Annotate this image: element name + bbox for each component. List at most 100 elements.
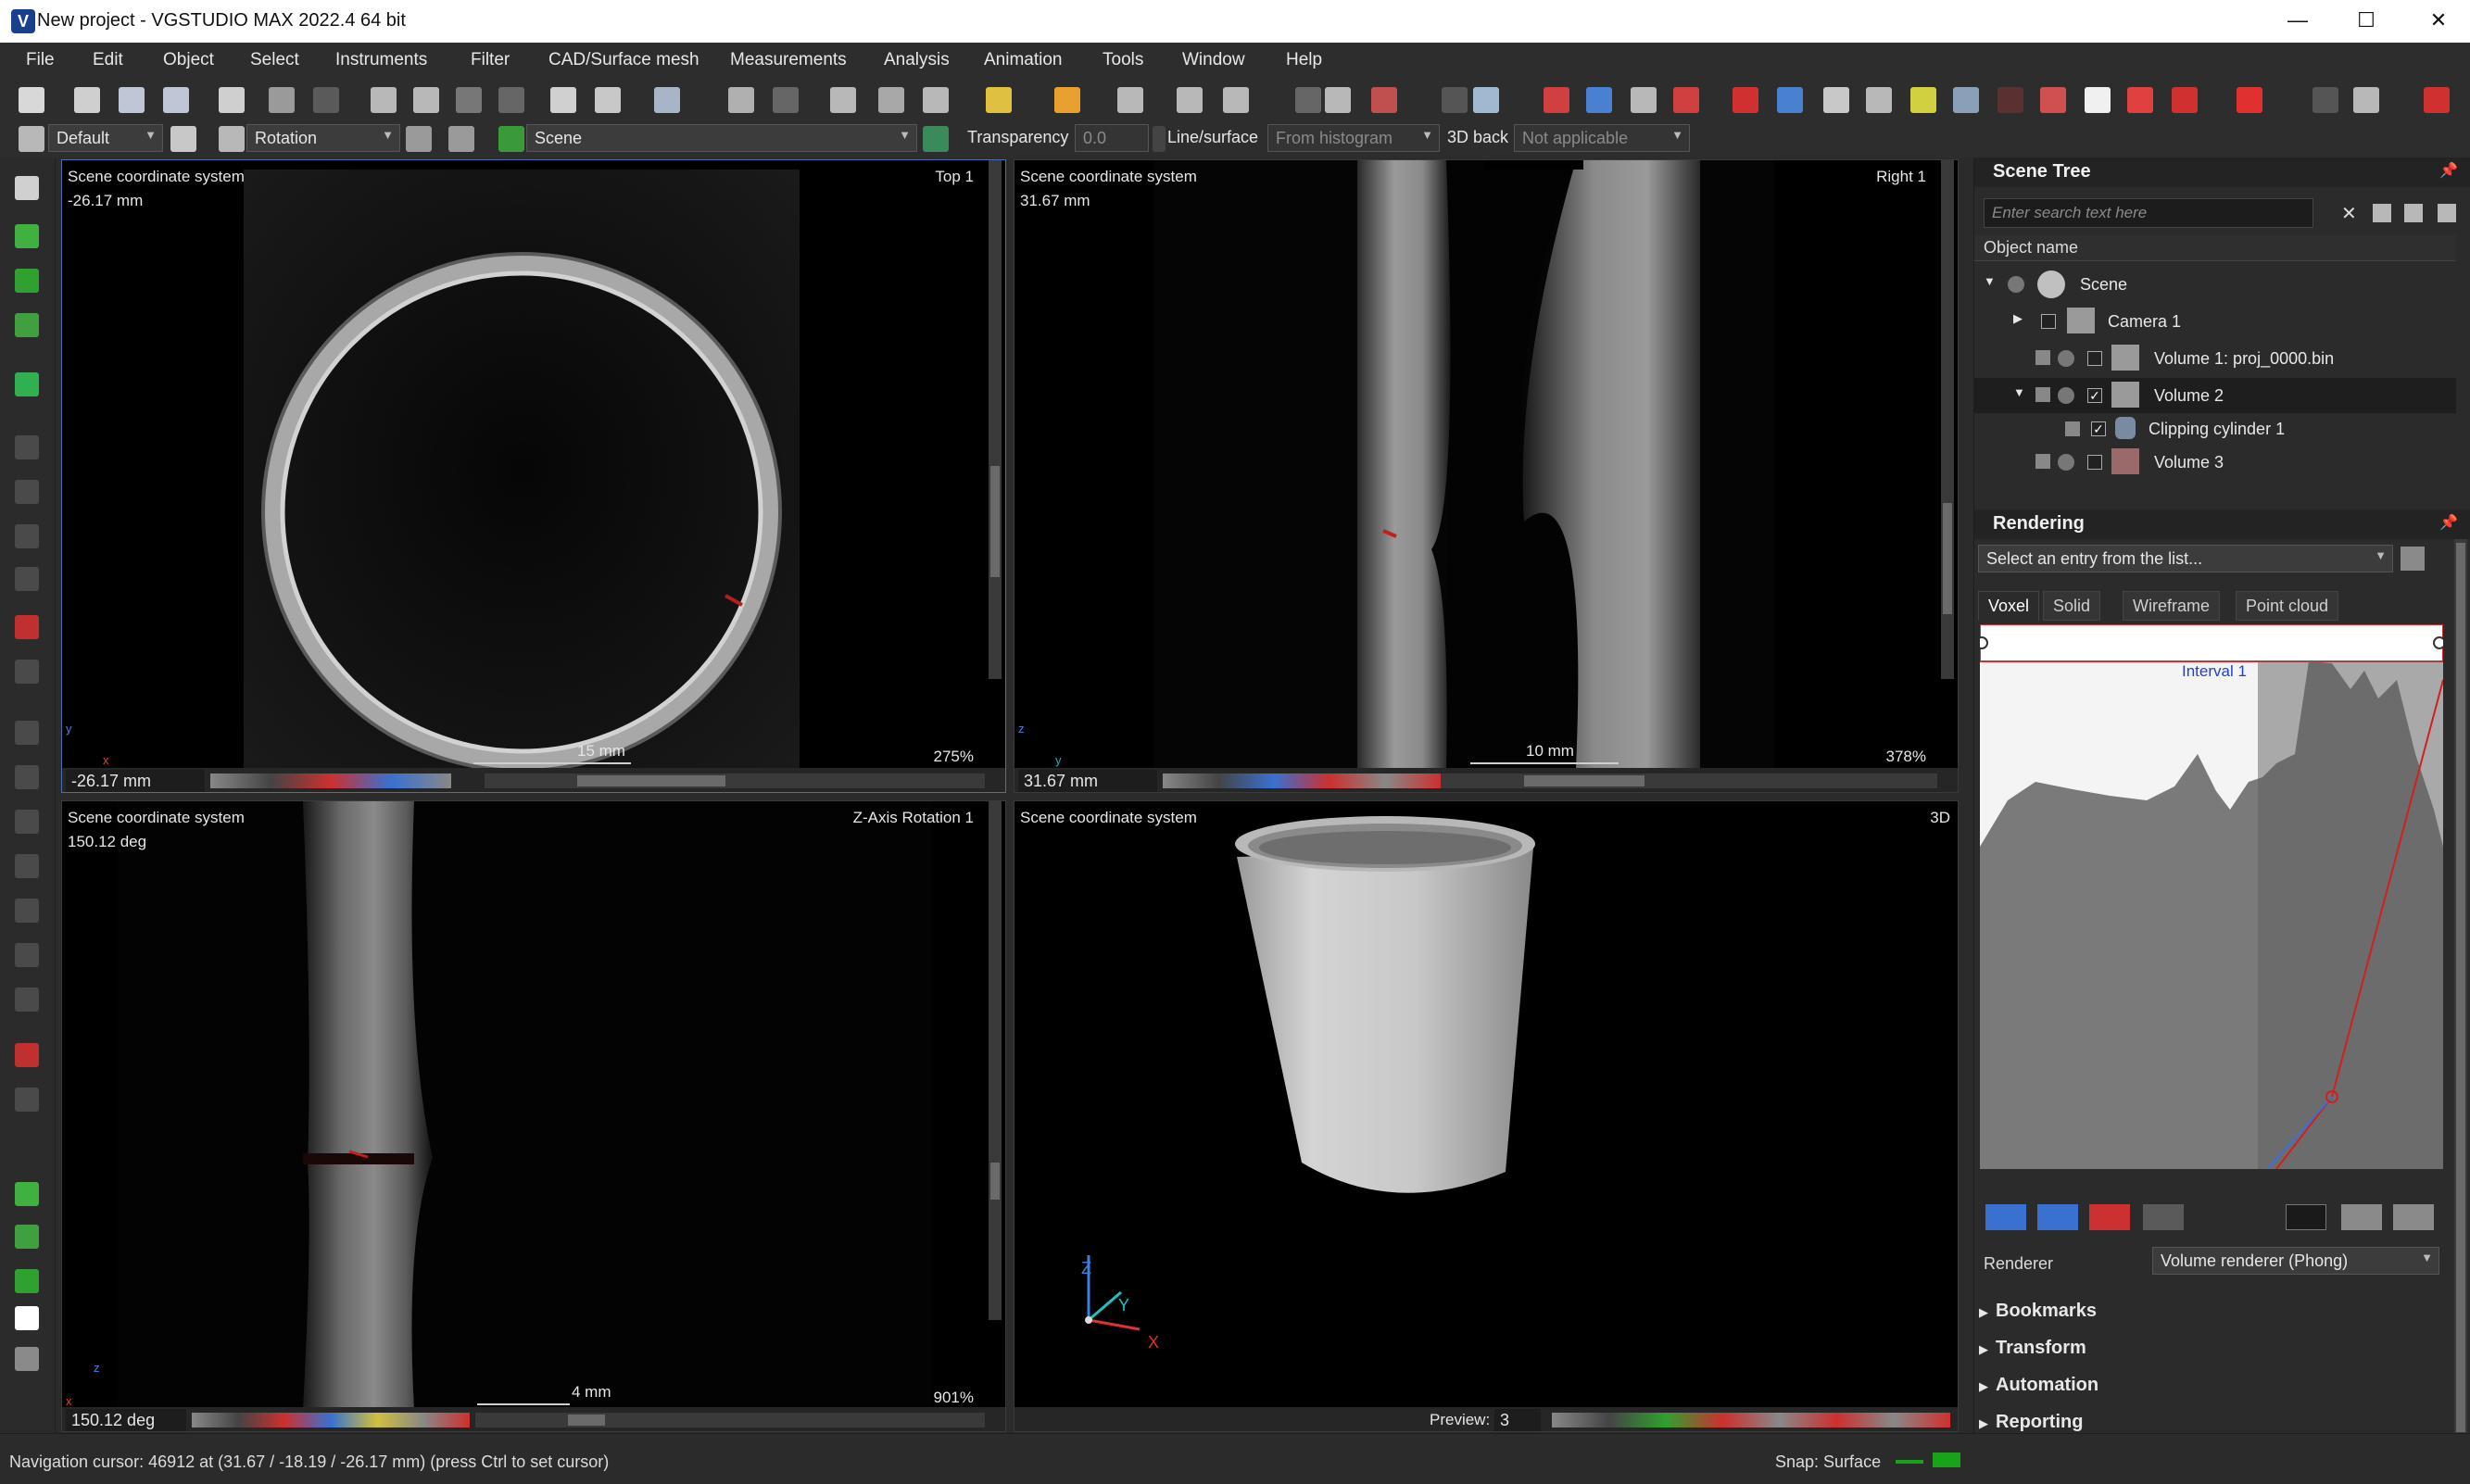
magic-wand-icon[interactable]: [15, 313, 39, 337]
text-icon[interactable]: [2085, 87, 2111, 113]
expand-arrow-icon[interactable]: ▶: [2013, 311, 2023, 326]
expand-all-icon[interactable]: [2373, 204, 2391, 222]
view-tool-icons[interactable]: [1163, 773, 1441, 788]
scrollbar-thumb[interactable]: [577, 775, 725, 786]
checkbox-checked[interactable]: ✓: [2091, 421, 2106, 436]
globe-icon[interactable]: [1325, 87, 1351, 113]
tool-disabled-5-icon[interactable]: [15, 660, 39, 684]
undo-icon[interactable]: [269, 87, 295, 113]
favorite-icon[interactable]: [1054, 87, 1080, 113]
visibility-icon[interactable]: [2058, 350, 2074, 367]
remove-point-icon[interactable]: [2037, 1204, 2078, 1230]
section-bookmarks[interactable]: ▶ Bookmarks: [1973, 1301, 2097, 1322]
window-icon[interactable]: [1823, 87, 1849, 113]
horizontal-scrollbar[interactable]: [485, 773, 985, 788]
tree-item-camera[interactable]: ▶ Camera 1: [1974, 304, 2456, 339]
open-icon[interactable]: [74, 87, 100, 113]
menu-edit[interactable]: Edit: [93, 50, 123, 70]
clapper-icon[interactable]: [15, 1347, 39, 1371]
visibility-icon[interactable]: [2058, 387, 2074, 404]
minimize-button[interactable]: —: [2266, 0, 2329, 43]
bookmark-icon[interactable]: [2237, 87, 2262, 113]
layout-select[interactable]: Default ▼: [48, 124, 163, 152]
view-3d[interactable]: Z Y X Scene coordinate system 3D Preview…: [1014, 800, 1959, 1432]
menu-tools[interactable]: Tools: [1103, 50, 1143, 70]
pencil-icon[interactable]: [15, 224, 39, 248]
visibility-icon[interactable]: [2058, 454, 2074, 471]
scrollbar-thumb[interactable]: [990, 1163, 1000, 1200]
align-icon[interactable]: [1117, 87, 1143, 113]
section-automation[interactable]: ▶ Automation: [1973, 1375, 2098, 1396]
camera-save-icon[interactable]: [406, 126, 432, 152]
redo-icon[interactable]: [313, 87, 339, 113]
save-as-icon[interactable]: [163, 87, 189, 113]
ruler-red-icon[interactable]: [2172, 87, 2198, 113]
scrollbar-thumb[interactable]: [568, 1415, 605, 1426]
horizontal-scrollbar[interactable]: [475, 1413, 985, 1427]
paste-special-icon[interactable]: [498, 87, 524, 113]
view-tool-icons[interactable]: [1552, 1413, 1950, 1427]
save-preset-icon[interactable]: [2401, 547, 2425, 571]
mesh-icon[interactable]: [1586, 87, 1612, 113]
clipping-icon[interactable]: [728, 87, 754, 113]
pin-icon[interactable]: [1442, 87, 1468, 113]
color-swatch-icon[interactable]: [15, 1306, 39, 1330]
tool-disabled-7-icon[interactable]: [15, 765, 39, 789]
menu-help[interactable]: Help: [1286, 50, 1322, 70]
network-icon[interactable]: [1777, 87, 1803, 113]
tool-disabled-2-icon[interactable]: [15, 480, 39, 504]
xray-icon[interactable]: [1673, 87, 1699, 113]
grid-icon[interactable]: [1866, 87, 1892, 113]
tab-voxel[interactable]: Voxel: [1978, 591, 2040, 621]
rendering-preset-select[interactable]: Select an entry from the list... ▼: [1978, 545, 2393, 572]
checkbox-checked[interactable]: ✓: [2087, 388, 2102, 403]
scene-tool-icon[interactable]: [923, 126, 949, 152]
menu-measurements[interactable]: Measurements: [730, 50, 847, 70]
view-tool-icons[interactable]: [192, 1413, 470, 1427]
tab-wireframe[interactable]: Wireframe: [2123, 591, 2221, 621]
region-icon[interactable]: [15, 372, 39, 396]
view-tool-icons[interactable]: [210, 773, 451, 788]
tool-disabled-3-icon[interactable]: [15, 524, 39, 548]
menu-file[interactable]: File: [26, 50, 55, 70]
axis-small-icon[interactable]: [1997, 87, 2023, 113]
menu-analysis[interactable]: Analysis: [884, 50, 950, 70]
import-icon[interactable]: [219, 87, 245, 113]
dimension-icon[interactable]: [1177, 87, 1203, 113]
lock-icon[interactable]: [2065, 421, 2080, 436]
scrollbar-thumb[interactable]: [2456, 543, 2465, 1432]
brush-icon[interactable]: [15, 1182, 39, 1206]
vertical-scrollbar[interactable]: [989, 160, 1002, 679]
pin-icon[interactable]: 📌: [2439, 161, 2458, 180]
erase-region-icon[interactable]: [15, 1043, 39, 1067]
angle-icon[interactable]: [1223, 87, 1249, 113]
camera-load-icon[interactable]: [448, 126, 474, 152]
interval-label[interactable]: Interval 1: [2182, 662, 2247, 680]
scrollbar-thumb[interactable]: [1943, 503, 1952, 614]
section-reporting[interactable]: ▶ Reporting: [1973, 1412, 2083, 1433]
pin-icon[interactable]: 📌: [2439, 513, 2458, 532]
back-select[interactable]: Not applicable ▼: [1514, 124, 1690, 152]
search-input[interactable]: Enter search text here: [1984, 198, 2313, 228]
rect-select-icon[interactable]: [15, 269, 39, 293]
checkbox[interactable]: [2087, 455, 2102, 470]
tool-disabled-11-icon[interactable]: [15, 943, 39, 967]
move-tool-icon[interactable]: [595, 87, 621, 113]
panel-scrollbar[interactable]: [2454, 539, 2467, 1438]
filter-icon[interactable]: [2438, 204, 2456, 222]
tool-disabled-10-icon[interactable]: [15, 899, 39, 923]
fit-icon[interactable]: [1473, 87, 1499, 113]
clipping-off-icon[interactable]: [773, 87, 799, 113]
transparency-input[interactable]: 0.0: [1075, 124, 1149, 152]
histogram-transfer-function[interactable]: Interval 1: [1980, 624, 2443, 1169]
expand-arrow-icon[interactable]: ▼: [2013, 385, 2025, 399]
checkbox[interactable]: [2041, 314, 2056, 329]
angle-field[interactable]: 150.12 deg: [66, 1409, 186, 1431]
axis-icon[interactable]: [2040, 87, 2066, 113]
histogram-icon[interactable]: [1953, 87, 1979, 113]
marker-icon[interactable]: [986, 87, 1012, 113]
warning-icon[interactable]: [2424, 87, 2450, 113]
expand-arrow-icon[interactable]: ▼: [1984, 274, 1996, 288]
lock-icon[interactable]: [2035, 350, 2050, 365]
horizontal-scrollbar[interactable]: [1441, 773, 1937, 788]
